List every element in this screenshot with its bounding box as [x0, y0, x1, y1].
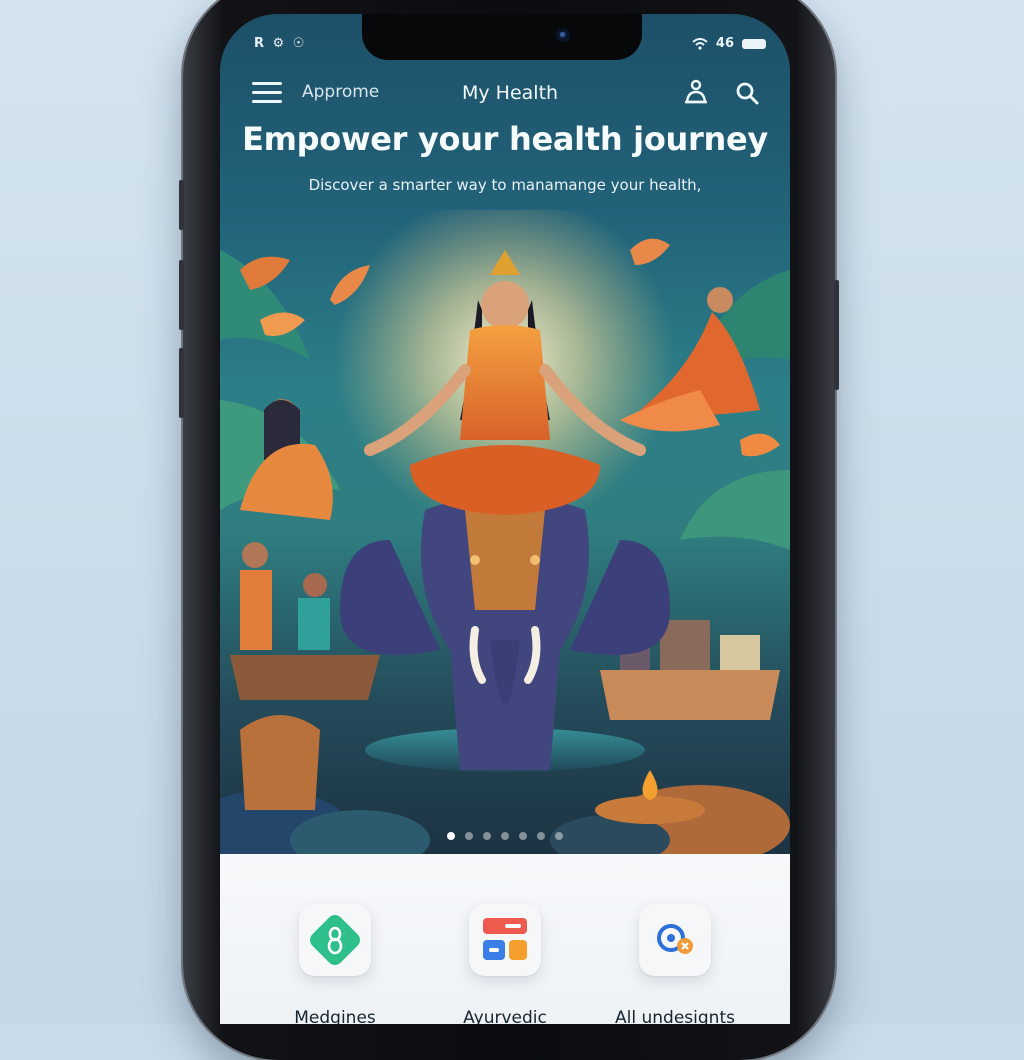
page-title: My Health	[462, 82, 558, 104]
category-tile-all[interactable]: All undesignts	[600, 904, 750, 1024]
hero-section: R ⚙ ☉ 46 Approme My Health	[220, 14, 790, 854]
carousel-dot[interactable]	[447, 832, 455, 840]
front-camera-icon	[556, 28, 570, 42]
carousel-dot[interactable]	[483, 832, 491, 840]
wifi-icon	[692, 38, 708, 50]
battery-icon	[742, 39, 766, 49]
category-tile-medicines[interactable]: Medgines	[260, 904, 410, 1024]
medicine-icon	[299, 904, 371, 976]
power-button	[834, 280, 839, 390]
carousel-dot[interactable]	[555, 832, 563, 840]
phone-notch	[362, 14, 642, 60]
hero-headline: Empower your health journey	[220, 120, 790, 158]
search-icon[interactable]	[734, 80, 760, 106]
volume-up-button	[179, 260, 184, 330]
category-label: All undesignts	[600, 1008, 750, 1024]
volume-down-button	[179, 348, 184, 418]
category-label: Ayurvedic	[430, 1008, 580, 1024]
category-tile-ayurvedic[interactable]: Ayurvedic	[430, 904, 580, 1024]
carousel-dot[interactable]	[519, 832, 527, 840]
carousel-dot[interactable]	[537, 832, 545, 840]
hamburger-menu-icon[interactable]	[252, 82, 282, 104]
app-bar: Approme My Health	[220, 78, 790, 108]
brand-name: Approme	[302, 82, 379, 102]
category-sheet: Medgines Ayurvedic	[220, 854, 790, 1024]
hero-subheadline: Discover a smarter way to manamange your…	[220, 176, 790, 194]
carousel-dot[interactable]	[501, 832, 509, 840]
status-icons-right: 46	[692, 36, 766, 51]
signal-text: 46	[716, 36, 734, 51]
carousel-dot[interactable]	[465, 832, 473, 840]
app-screen: R ⚙ ☉ 46 Approme My Health	[220, 14, 790, 1024]
carousel-indicator	[220, 832, 790, 840]
meditation-profile-icon[interactable]	[682, 78, 710, 106]
all-categories-icon	[639, 904, 711, 976]
category-label: Medgines	[260, 1008, 410, 1024]
status-icons-left: R ⚙ ☉	[254, 36, 306, 51]
hero-illustration	[220, 210, 790, 854]
silent-switch	[179, 180, 184, 230]
ayurvedic-icon	[469, 904, 541, 976]
elephant-figure	[340, 495, 670, 770]
